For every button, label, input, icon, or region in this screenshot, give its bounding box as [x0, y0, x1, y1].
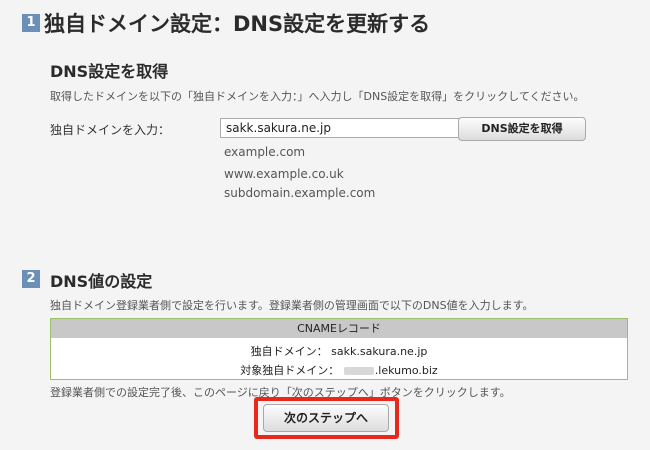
page-title: 独自ドメイン設定：DNS設定を更新する: [44, 12, 431, 36]
fetch-dns-heading: DNS設定を取得: [50, 62, 169, 81]
record-domain-row: 独自ドメイン： sakk.sakura.ne.jp: [51, 342, 627, 361]
step-2-badge: 2: [22, 270, 40, 288]
cname-record-box: CNAMEレコード 独自ドメイン： sakk.sakura.ne.jp 対象独自…: [50, 318, 628, 380]
next-step-button[interactable]: 次のステップへ: [263, 404, 389, 432]
redacted-blur: [343, 367, 374, 375]
domain-input-label: 独自ドメインを入力：: [50, 123, 171, 137]
domain-input[interactable]: sakk.sakura.ne.jp: [220, 118, 462, 138]
record-domain-value: sakk.sakura.ne.jp: [331, 345, 428, 358]
record-domain-label: 独自ドメイン：: [250, 345, 328, 358]
dns-values-description: 独自ドメイン登録業者側で設定を行います。登録業者側の管理画面で以下のDNS値を入…: [50, 299, 534, 312]
step-1-badge: 1: [22, 14, 40, 32]
record-target-label: 対象独自ドメイン：: [240, 364, 340, 377]
dns-settings-page: 1 独自ドメイン設定：DNS設定を更新する DNS設定を取得 取得したドメインを…: [0, 0, 650, 450]
record-target-row: 対象独自ドメイン： .lekumo.biz: [51, 361, 627, 380]
fetch-dns-button[interactable]: DNS設定を取得: [458, 117, 586, 141]
cname-record-header: CNAMEレコード: [51, 319, 627, 338]
example-domain: example.com: [224, 145, 306, 159]
fetch-dns-description: 取得したドメインを以下の「独自ドメインを入力：」へ入力し「DNS設定を取得」をク…: [50, 90, 585, 103]
record-target-value: .lekumo.biz: [374, 364, 438, 377]
example-domain: www.example.co.uk: [224, 167, 344, 181]
dns-values-heading: DNS値の設定: [50, 272, 153, 291]
example-domain: subdomain.example.com: [224, 186, 376, 200]
